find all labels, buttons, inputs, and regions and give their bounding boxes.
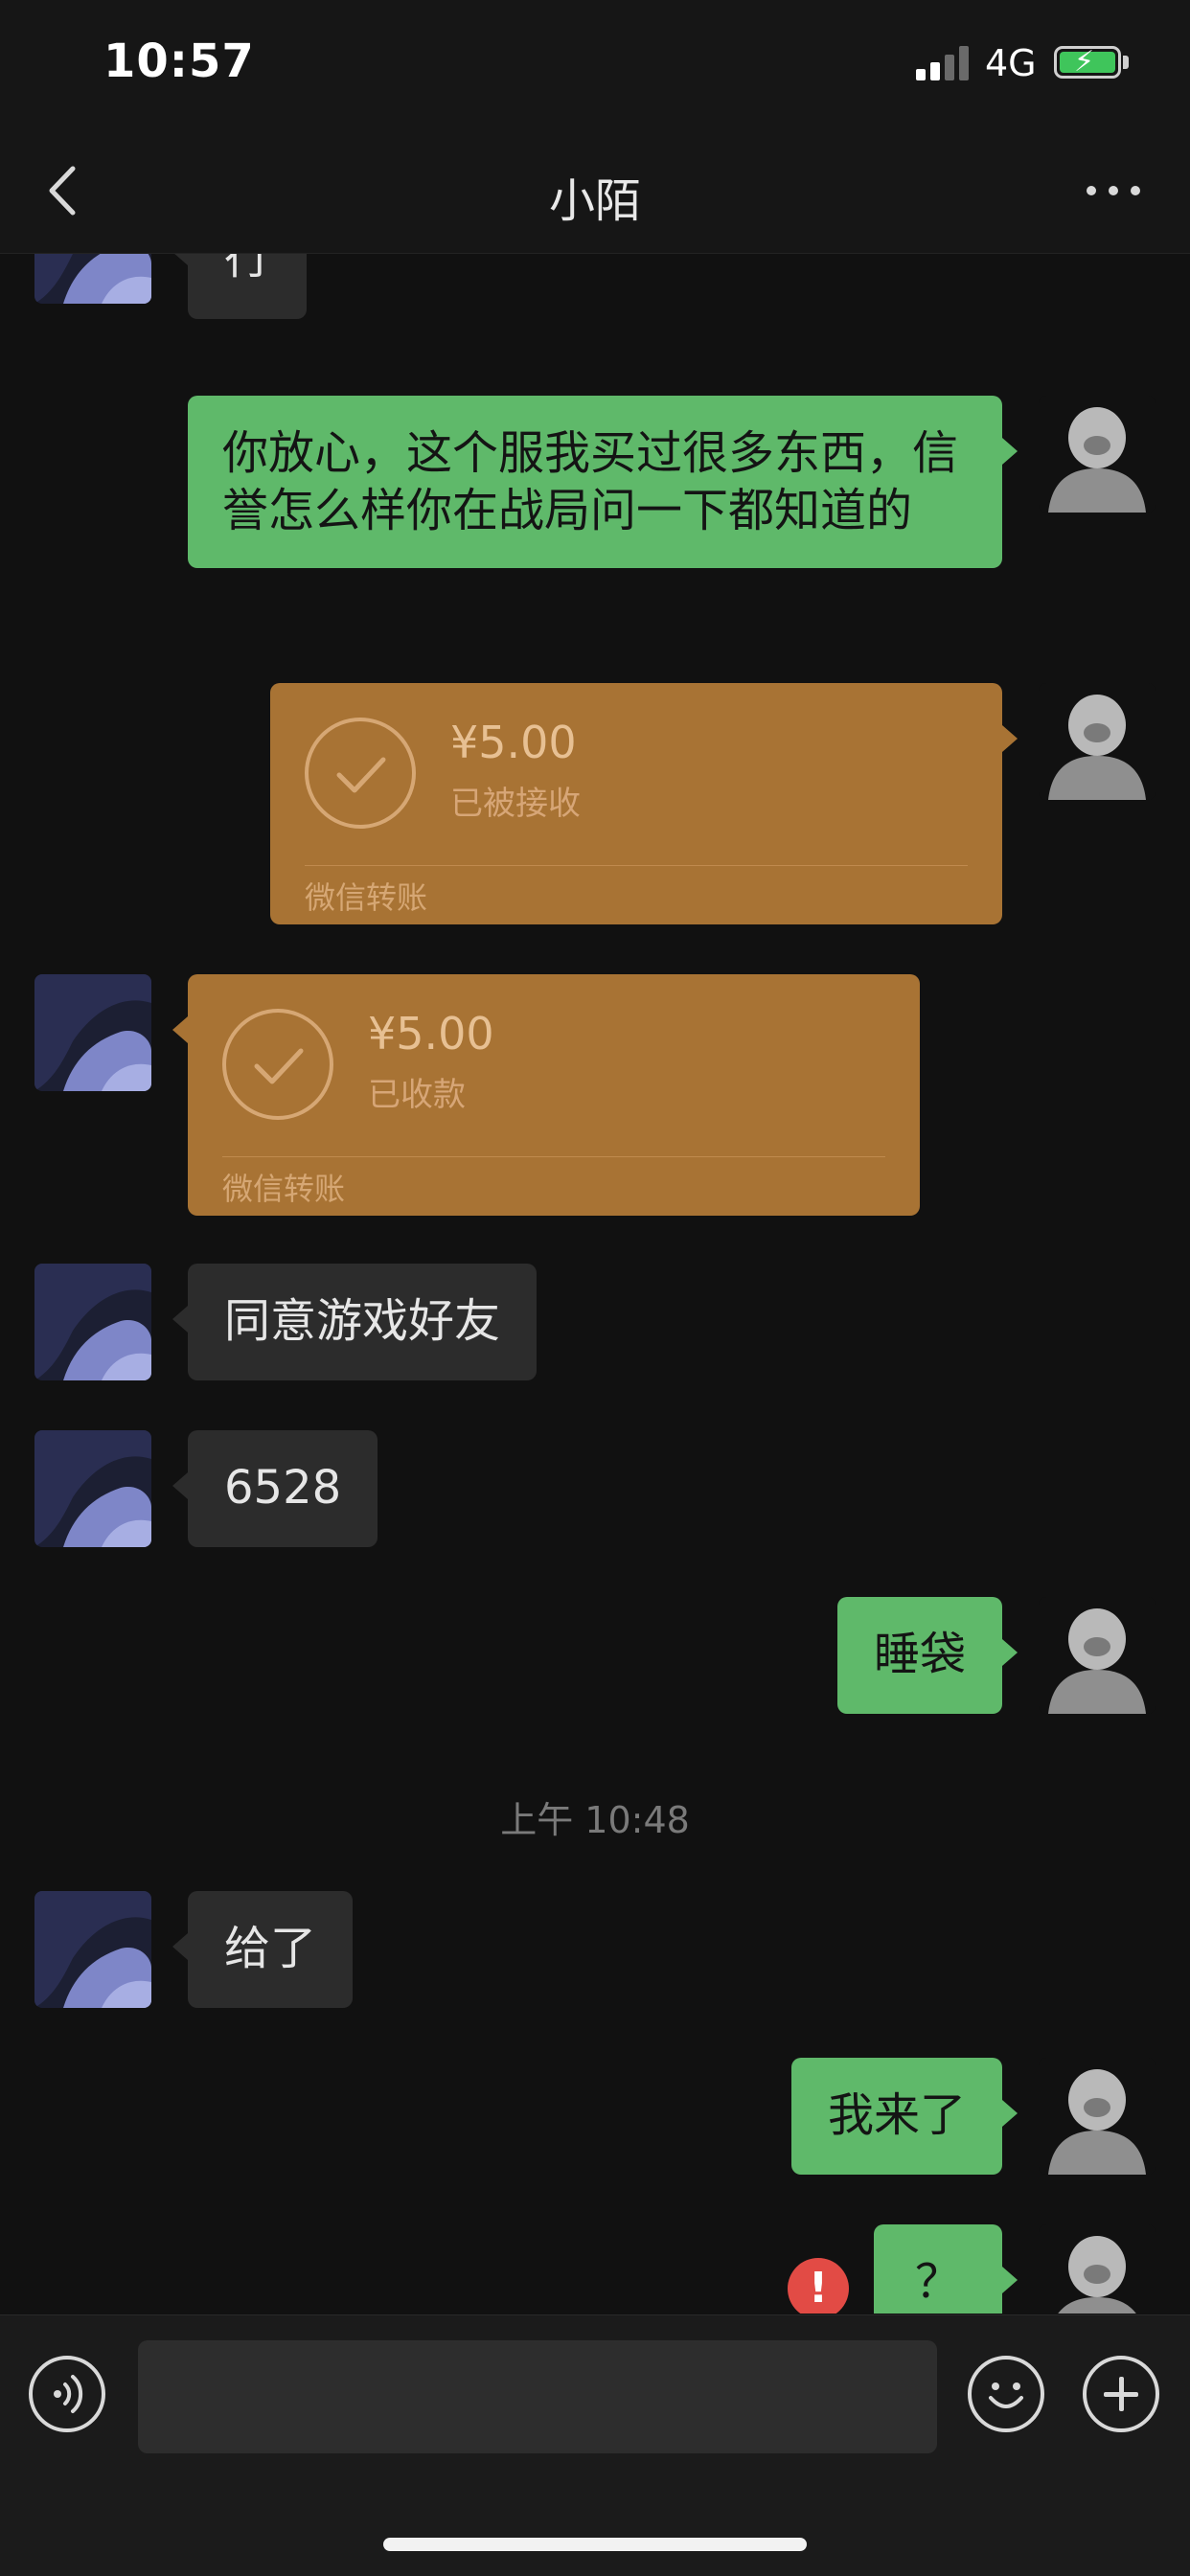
transfer-footer: 微信转账 <box>305 879 428 916</box>
emoji-button[interactable] <box>968 2356 1044 2432</box>
message-timestamp: 上午 10:48 <box>500 1799 690 1841</box>
transfer-footer: 微信转账 <box>222 1171 346 1207</box>
chat-header: 小陌 <box>0 134 1190 254</box>
transfer-card[interactable]: ¥5.00 已收款 微信转账 <box>172 974 920 1216</box>
message-bubble[interactable]: ？ <box>874 2224 1018 2314</box>
transfer-amount: ¥5.00 <box>450 717 577 768</box>
plus-button[interactable] <box>1083 2356 1159 2432</box>
check-circle-icon <box>222 1009 333 1120</box>
transfer-status: 已被接收 <box>450 785 581 823</box>
chat-title: 小陌 <box>548 174 641 228</box>
my-avatar[interactable] <box>1039 2224 1156 2314</box>
message-text: 同意游戏好友 <box>224 1294 501 1348</box>
message-bubble[interactable]: 你放心，这个服我买过很多东西，信誉怎么样你在战局问一下都知道的 <box>188 396 1018 568</box>
message-bubble[interactable]: 给了 <box>172 1891 354 2008</box>
transfer-amount: ¥5.00 <box>368 1008 494 1060</box>
message-text: ？ <box>914 2255 961 2309</box>
transfer-divider <box>305 865 968 866</box>
network-type: 4G <box>985 42 1037 84</box>
contact-avatar[interactable] <box>34 254 151 304</box>
message-input[interactable] <box>138 2340 937 2453</box>
message-text: 给了 <box>224 1922 317 1975</box>
status-bar: 10:57 4G ⚡ <box>0 0 1190 134</box>
transfer-card[interactable]: ¥5.00 已被接收 微信转账 <box>270 683 1018 924</box>
contact-avatar[interactable] <box>34 1264 151 1380</box>
voice-icon <box>54 2375 83 2413</box>
error-icon[interactable]: ! <box>788 2258 849 2314</box>
my-avatar[interactable] <box>1039 396 1156 513</box>
message-list[interactable]: 行 你放心，这个服我买过很多东西，信誉怎么样你在战局问一下都知道的 ¥5.00 … <box>0 254 1190 2314</box>
input-bar <box>0 2314 1190 2576</box>
battery-icon: ⚡ <box>1054 45 1121 79</box>
message-bubble[interactable]: 睡袋 <box>836 1597 1018 1714</box>
message-text: 6528 <box>224 1461 342 1515</box>
home-indicator <box>383 2538 807 2551</box>
message-text: 行 <box>224 254 271 285</box>
message-bubble[interactable]: 行 <box>172 254 308 319</box>
my-avatar[interactable] <box>1039 2058 1156 2175</box>
message-bubble[interactable]: 我来了 <box>790 2058 1018 2175</box>
status-time: 10:57 <box>103 34 255 88</box>
message-bubble[interactable]: 6528 <box>172 1430 378 1547</box>
message-bubble[interactable]: 同意游戏好友 <box>172 1264 538 1380</box>
my-avatar[interactable] <box>1039 683 1156 800</box>
my-avatar[interactable] <box>1039 1597 1156 1714</box>
signal-icon <box>916 44 972 80</box>
message-text: 你放心，这个服我买过很多东西，信誉怎么样你在战局问一下都知道的 <box>222 426 959 537</box>
emoji-icon <box>989 2382 1023 2408</box>
transfer-divider <box>222 1156 885 1157</box>
transfer-status: 已收款 <box>368 1076 466 1114</box>
contact-avatar[interactable] <box>34 1891 151 2008</box>
contact-avatar[interactable] <box>34 1430 151 1547</box>
battery-cap <box>1123 56 1129 69</box>
message-text: 睡袋 <box>873 1628 966 1681</box>
more-button[interactable] <box>1075 167 1152 215</box>
contact-avatar[interactable] <box>34 974 151 1091</box>
voice-button[interactable] <box>29 2356 105 2432</box>
message-text: 我来了 <box>827 2088 966 2142</box>
check-circle-icon <box>305 718 416 829</box>
